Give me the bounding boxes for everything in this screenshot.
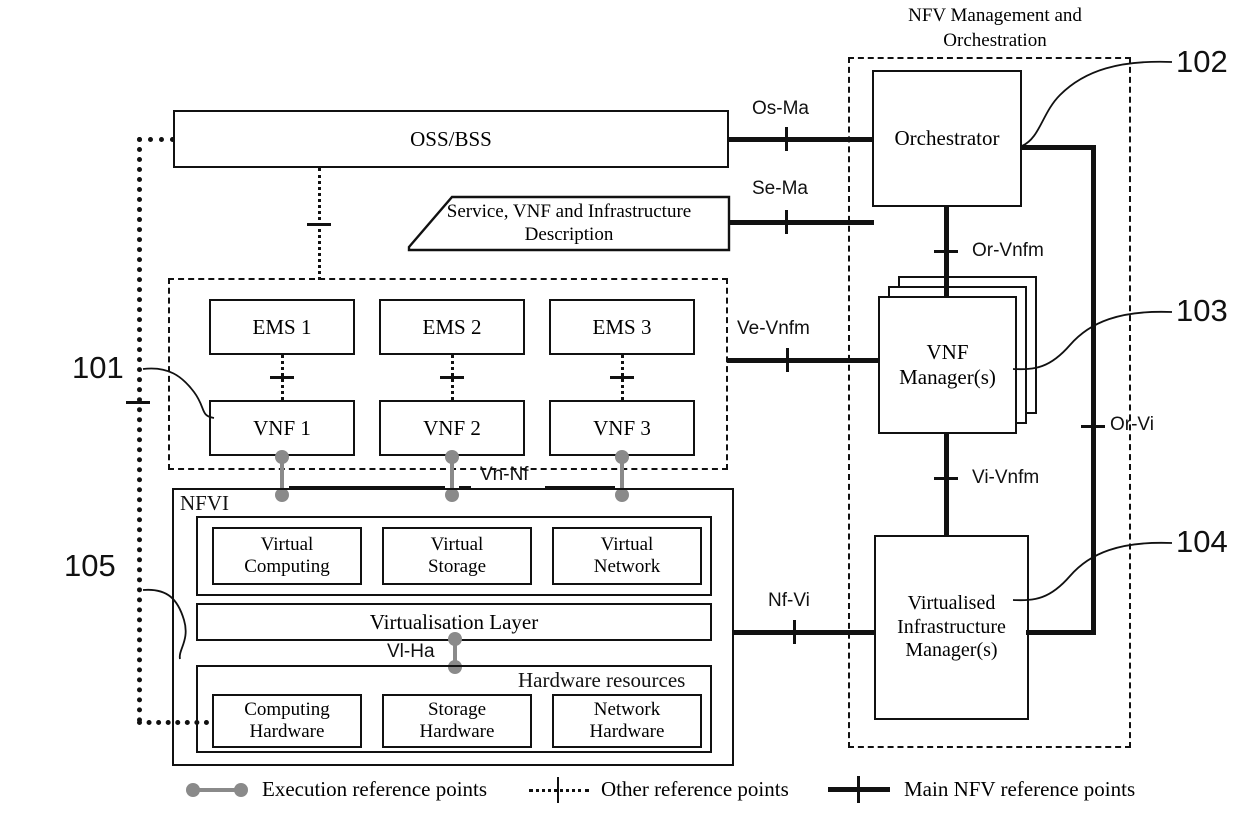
orchestrator-label: Orchestrator — [894, 126, 1000, 151]
or-vi-line-bottom — [1026, 630, 1096, 635]
ems3-vnf3-reference-tick — [610, 376, 634, 379]
oss-bss-block[interactable]: OSS/BSS — [173, 110, 729, 168]
legend-other-symbol — [529, 789, 589, 792]
vn-nf-label: Vn-Nf — [480, 464, 529, 485]
vim-label: Virtualised Infrastructure Manager(s) — [897, 592, 1006, 662]
vnf-block-2[interactable]: VNF 2 — [379, 400, 525, 456]
orchestrator-block[interactable]: Orchestrator — [872, 70, 1022, 207]
virtual-storage-label: Virtual Storage — [427, 533, 487, 577]
or-vnfm-reference-tick — [934, 250, 958, 253]
nf-vi-reference-tick — [793, 620, 796, 644]
or-vi-reference-tick — [1081, 425, 1105, 428]
vnf-2-label: VNF 2 — [423, 415, 481, 440]
nfvi-label: NFVI — [180, 491, 230, 515]
legend-execution-symbol — [186, 783, 248, 797]
oss-to-ems-reference-tick — [307, 223, 331, 226]
callout-101: 101 — [72, 350, 124, 385]
vi-vnfm-reference-tick — [934, 477, 958, 480]
vim-block[interactable]: Virtualised Infrastructure Manager(s) — [874, 535, 1029, 720]
network-hardware-block[interactable]: Network Hardware — [552, 694, 702, 748]
ve-vnfm-line — [727, 358, 879, 363]
legend-other-symbol-tick — [557, 777, 559, 803]
vnf-manager-label: VNF Manager(s) — [899, 340, 996, 389]
virtual-storage-block[interactable]: Virtual Storage — [382, 527, 532, 585]
vnf-1-label: VNF 1 — [253, 415, 311, 440]
ems-block-1[interactable]: EMS 1 — [209, 299, 355, 355]
ems-block-2[interactable]: EMS 2 — [379, 299, 525, 355]
legend-execution-label: Execution reference points — [262, 777, 488, 801]
or-vi-label: Or-Vi — [1110, 414, 1154, 435]
nf-vi-label: Nf-Vi — [768, 590, 810, 611]
legend-other-label: Other reference points — [601, 777, 789, 801]
legend-main-symbol-tick — [857, 776, 860, 803]
storage-hardware-label: Storage Hardware — [419, 698, 495, 742]
ems-1-label: EMS 1 — [252, 314, 312, 339]
vnf-block-1[interactable]: VNF 1 — [209, 400, 355, 456]
virtual-computing-label: Virtual Computing — [244, 533, 330, 577]
callout-104: 104 — [1176, 524, 1228, 559]
ve-vnfm-label: Ve-Vnfm — [737, 318, 810, 339]
vi-vnfm-line — [944, 434, 949, 536]
ems1-vnf1-reference-tick — [270, 376, 294, 379]
ve-vnfm-reference-tick — [786, 348, 789, 372]
ems2-vnf2-reference-tick — [440, 376, 464, 379]
se-ma-label: Se-Ma — [752, 178, 808, 199]
or-vi-line-vertical — [1091, 145, 1096, 635]
virtual-network-label: Virtual Network — [593, 533, 661, 577]
virtualisation-layer-label: Virtualisation Layer — [369, 609, 539, 634]
network-hardware-label: Network Hardware — [589, 698, 665, 742]
ems-block-3[interactable]: EMS 3 — [549, 299, 695, 355]
ems-2-label: EMS 2 — [422, 314, 482, 339]
callout-103: 103 — [1176, 293, 1228, 328]
left-spine-reference-tick — [126, 401, 150, 404]
oss-dotted-line-top-stub — [137, 137, 175, 142]
hardware-resources-label: Hardware resources — [518, 668, 686, 692]
computing-hardware-label: Computing Hardware — [244, 698, 330, 742]
os-ma-reference-tick — [785, 127, 788, 151]
vnf-manager-block[interactable]: VNF Manager(s) — [878, 296, 1017, 434]
legend-main-label: Main NFV reference points — [904, 777, 1136, 801]
virtual-computing-block[interactable]: Virtual Computing — [212, 527, 362, 585]
or-vi-line-top — [1020, 145, 1096, 150]
nfv-architecture-diagram: NFV Management and Orchestration OSS/BSS… — [0, 0, 1240, 827]
se-ma-reference-tick — [785, 210, 788, 234]
vl-ha-label: Vl-Ha — [387, 641, 435, 662]
os-ma-label: Os-Ma — [752, 98, 809, 119]
nf-vi-line — [734, 630, 876, 635]
se-ma-line — [729, 220, 874, 225]
oss-bss-label: OSS/BSS — [410, 126, 492, 151]
computing-hardware-block[interactable]: Computing Hardware — [212, 694, 362, 748]
or-vnfm-label: Or-Vnfm — [972, 240, 1044, 261]
ems-3-label: EMS 3 — [592, 314, 652, 339]
storage-hardware-block[interactable]: Storage Hardware — [382, 694, 532, 748]
callout-105: 105 — [64, 548, 116, 583]
vnf-3-label: VNF 3 — [593, 415, 651, 440]
vnf-block-3[interactable]: VNF 3 — [549, 400, 695, 456]
description-block[interactable]: Service, VNF and Infrastructure Descript… — [409, 197, 729, 250]
vi-vnfm-label: Vi-Vnfm — [972, 467, 1040, 488]
os-ma-line — [729, 137, 874, 142]
description-label: Service, VNF and Infrastructure Descript… — [446, 200, 692, 245]
callout-102: 102 — [1176, 44, 1228, 79]
mano-title: NFV Management and Orchestration — [908, 5, 1082, 51]
virtual-network-block[interactable]: Virtual Network — [552, 527, 702, 585]
oss-to-hardware-dotted-line — [137, 137, 142, 723]
